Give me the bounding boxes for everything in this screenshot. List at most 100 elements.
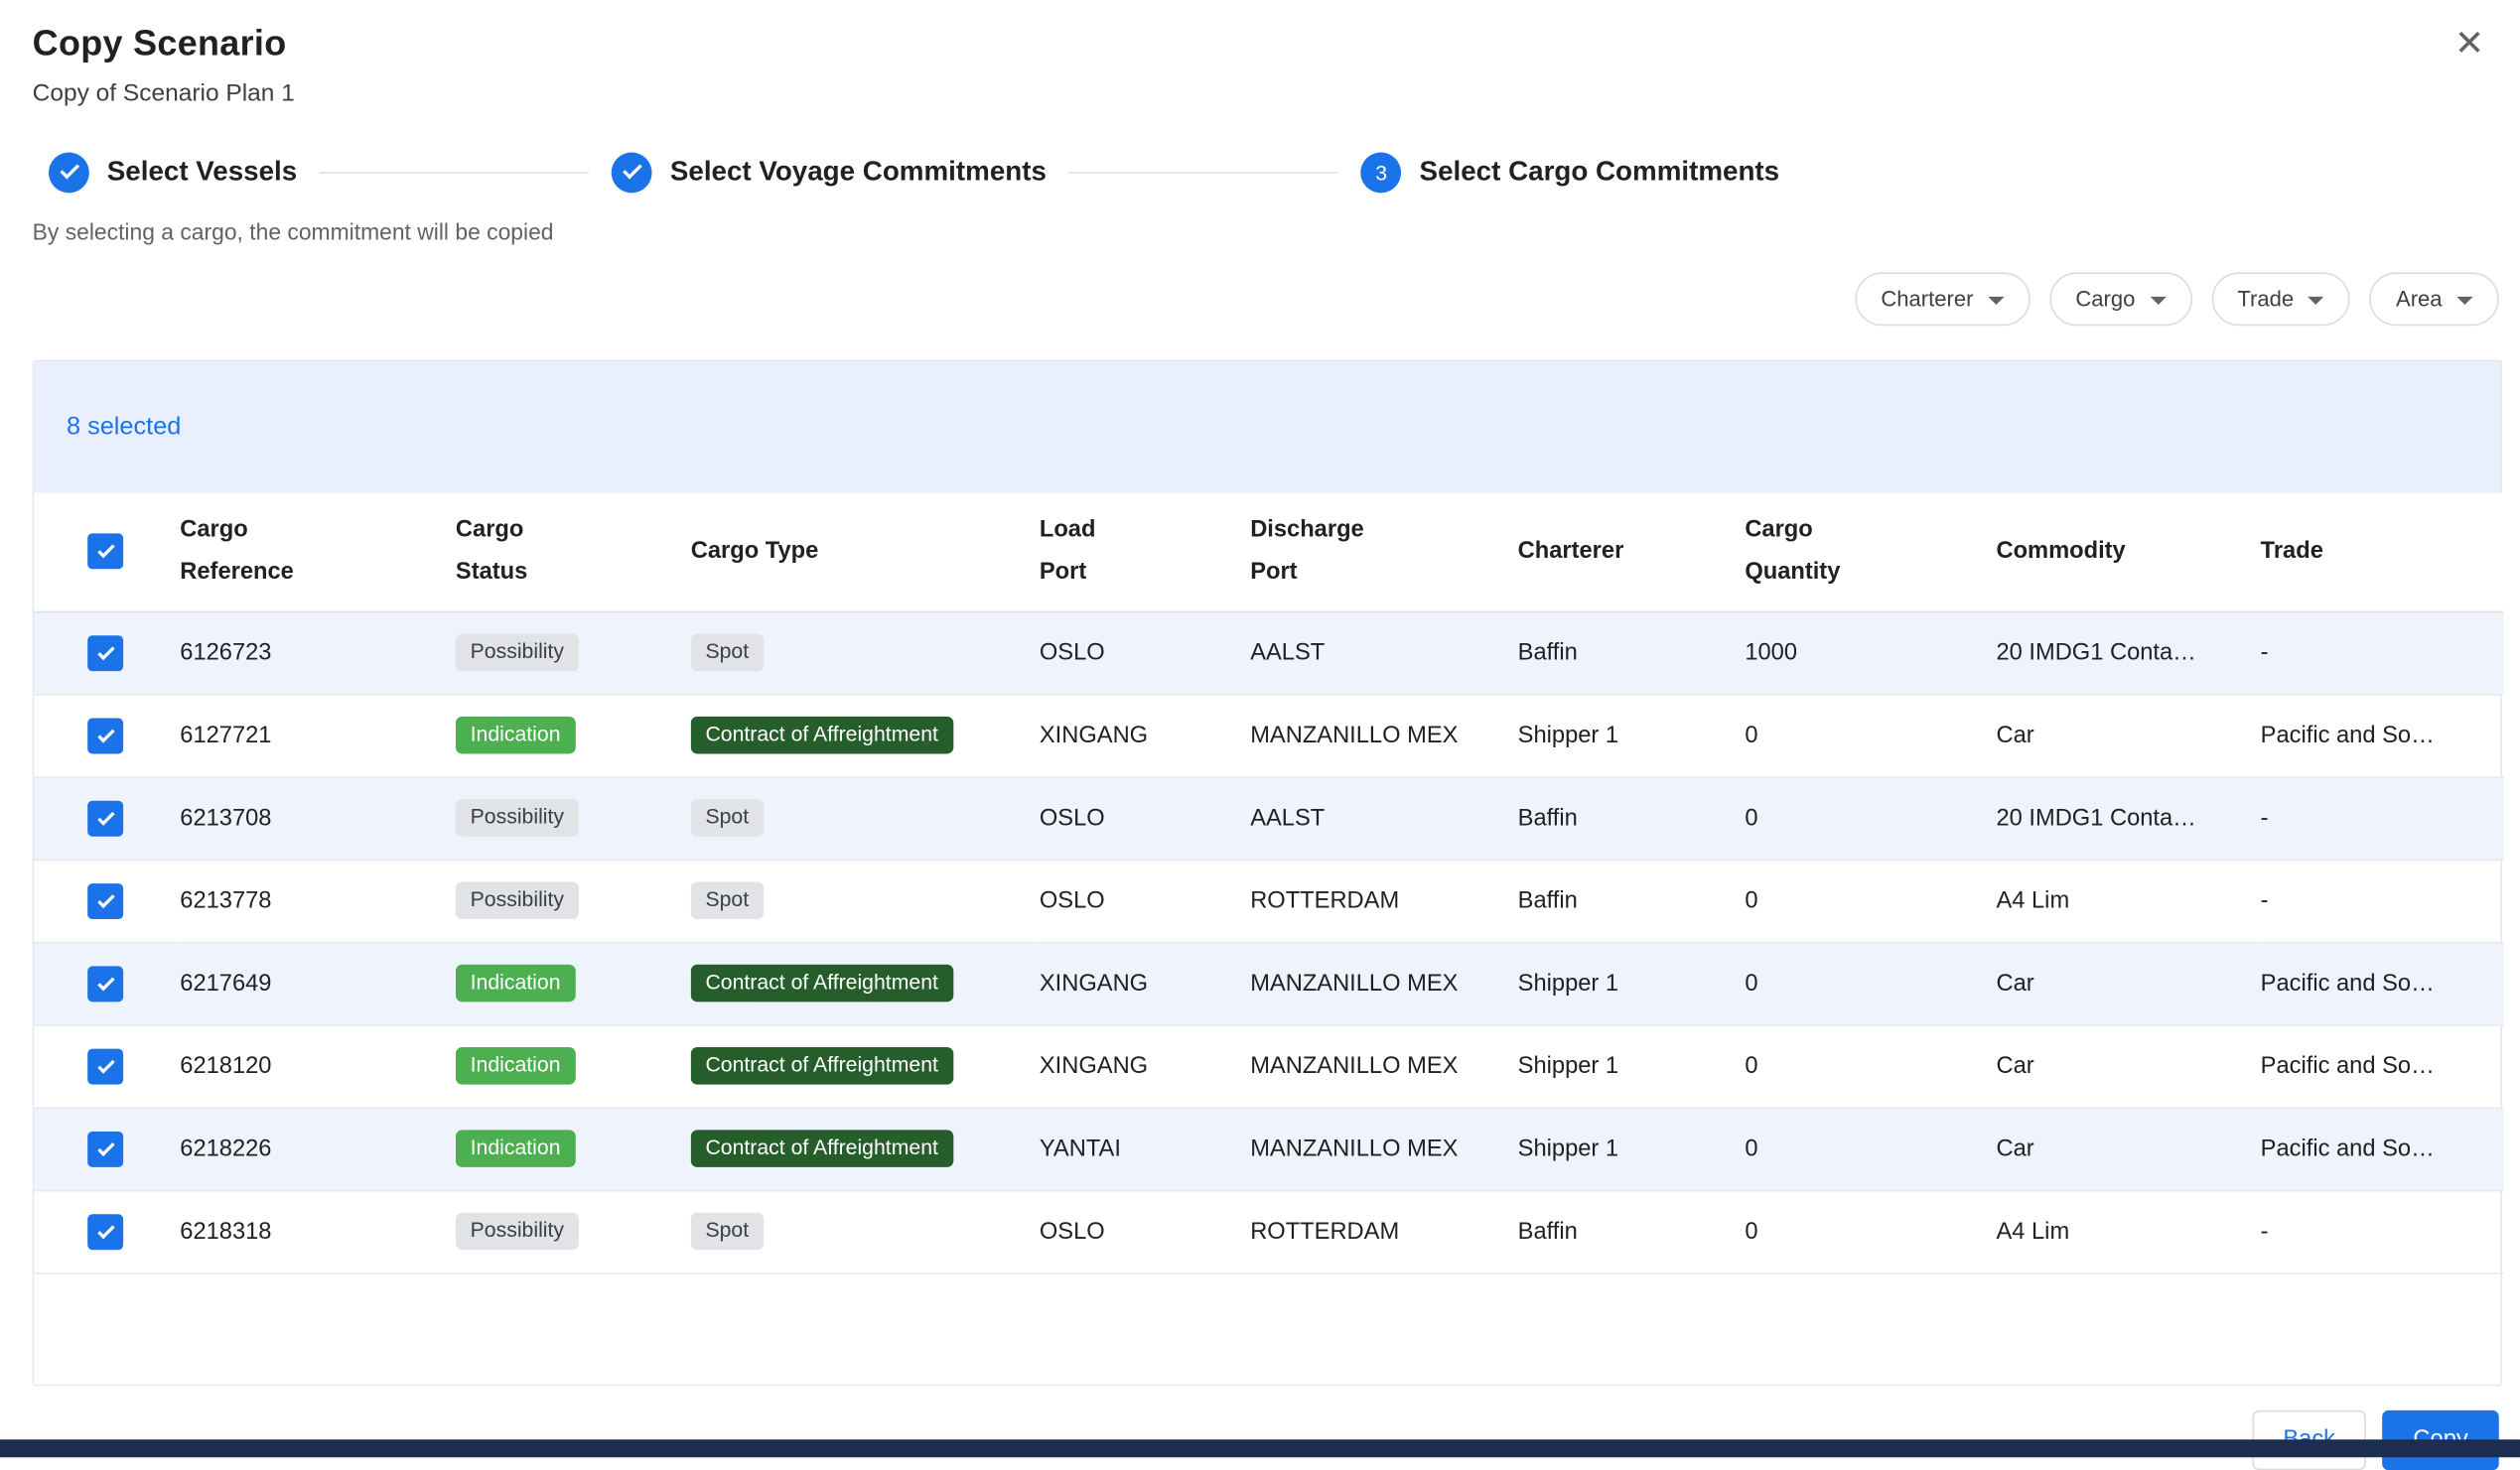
cell-cargo-quantity: 0 bbox=[1745, 1107, 1996, 1189]
cell-trade: - bbox=[2261, 1190, 2504, 1272]
step-select-cargo-commitments[interactable]: 3 Select Cargo Commitments bbox=[1361, 152, 1779, 193]
cell-discharge-port: MANZANILLO MEX bbox=[1250, 942, 1517, 1024]
table-row[interactable]: 6218120 Indication Contract of Affreight… bbox=[34, 1024, 2503, 1107]
row-checkbox[interactable] bbox=[87, 718, 123, 753]
cell-load-port: OSLO bbox=[1040, 1190, 1250, 1272]
filter-cargo-dropdown[interactable]: Cargo bbox=[2049, 272, 2191, 326]
filter-bar: Charterer Cargo Trade Area bbox=[0, 272, 2520, 326]
row-checkbox[interactable] bbox=[87, 634, 123, 670]
cell-discharge-port: MANZANILLO MEX bbox=[1250, 1024, 1517, 1107]
cell-trade: - bbox=[2261, 860, 2504, 942]
cell-commodity: A4 Lim bbox=[1996, 1190, 2260, 1272]
cell-cargo-reference: 6218318 bbox=[180, 1190, 456, 1272]
table-row[interactable]: 6218318 Possibility Spot OSLO ROTTERDAM … bbox=[34, 1190, 2503, 1272]
status-badge: Possibility bbox=[456, 882, 579, 919]
row-checkbox[interactable] bbox=[87, 882, 123, 918]
cargo-type-badge: Contract of Affreightment bbox=[691, 717, 953, 753]
col-header-charterer: Charterer bbox=[1518, 492, 1746, 610]
cell-charterer: Shipper 1 bbox=[1518, 1024, 1746, 1107]
status-badge: Indication bbox=[456, 717, 575, 753]
cell-cargo-status: Indication bbox=[456, 694, 691, 776]
status-badge: Possibility bbox=[456, 1213, 579, 1250]
status-badge: Possibility bbox=[456, 799, 579, 836]
cell-cargo-quantity: 0 bbox=[1745, 942, 1996, 1024]
table-row[interactable]: 6213778 Possibility Spot OSLO ROTTERDAM … bbox=[34, 860, 2503, 942]
table-row[interactable]: 6127721 Indication Contract of Affreight… bbox=[34, 694, 2503, 776]
step-select-voyage-commitments[interactable]: Select Voyage Commitments bbox=[612, 152, 1047, 193]
cargo-type-badge: Contract of Affreightment bbox=[691, 1047, 953, 1084]
filter-trade-dropdown[interactable]: Trade bbox=[2211, 272, 2350, 326]
table-empty-area bbox=[34, 1273, 2500, 1384]
status-badge: Indication bbox=[456, 965, 575, 1002]
filter-charterer-dropdown[interactable]: Charterer bbox=[1855, 272, 2030, 326]
filter-label: Trade bbox=[2237, 287, 2294, 311]
cell-cargo-reference: 6217649 bbox=[180, 942, 456, 1024]
filter-area-dropdown[interactable]: Area bbox=[2370, 272, 2499, 326]
cell-discharge-port: AALST bbox=[1250, 611, 1517, 694]
cell-load-port: OSLO bbox=[1040, 860, 1250, 942]
cell-trade: - bbox=[2261, 611, 2504, 694]
col-header-cargo-status: Cargo Status bbox=[456, 492, 691, 610]
cell-cargo-status: Indication bbox=[456, 1024, 691, 1107]
cell-charterer: Shipper 1 bbox=[1518, 942, 1746, 1024]
table-row[interactable]: 6213708 Possibility Spot OSLO AALST Baff… bbox=[34, 776, 2503, 859]
cell-cargo-quantity: 0 bbox=[1745, 694, 1996, 776]
step-complete-check-icon bbox=[612, 152, 652, 193]
chevron-down-icon bbox=[2456, 296, 2472, 304]
row-checkbox[interactable] bbox=[87, 1131, 123, 1166]
close-icon[interactable]: ✕ bbox=[2448, 20, 2490, 68]
cell-cargo-quantity: 0 bbox=[1745, 1024, 1996, 1107]
cell-charterer: Shipper 1 bbox=[1518, 1107, 1746, 1189]
cell-cargo-status: Possibility bbox=[456, 860, 691, 942]
cargo-table-card: 8 selected Cargo Reference Cargo Status … bbox=[33, 360, 2502, 1386]
row-checkbox[interactable] bbox=[87, 1213, 123, 1249]
modal-title: Copy Scenario bbox=[33, 23, 2488, 65]
cell-load-port: XINGANG bbox=[1040, 942, 1250, 1024]
table-row[interactable]: 6217649 Indication Contract of Affreight… bbox=[34, 942, 2503, 1024]
copy-scenario-modal: Copy Scenario Copy of Scenario Plan 1 ✕ … bbox=[0, 0, 2520, 1457]
row-checkbox[interactable] bbox=[87, 966, 123, 1002]
cargo-type-badge: Spot bbox=[691, 634, 764, 671]
cell-load-port: OSLO bbox=[1040, 611, 1250, 694]
cell-load-port: XINGANG bbox=[1040, 694, 1250, 776]
row-checkbox[interactable] bbox=[87, 1048, 123, 1084]
step-label: Select Voyage Commitments bbox=[670, 156, 1047, 189]
cell-cargo-type: Contract of Affreightment bbox=[691, 942, 1040, 1024]
cell-cargo-reference: 6126723 bbox=[180, 611, 456, 694]
cell-load-port: XINGANG bbox=[1040, 1024, 1250, 1107]
modal-subtitle: Copy of Scenario Plan 1 bbox=[33, 79, 2488, 107]
cell-commodity: Car bbox=[1996, 694, 2260, 776]
cell-discharge-port: AALST bbox=[1250, 776, 1517, 859]
cell-cargo-reference: 6213778 bbox=[180, 860, 456, 942]
table-row[interactable]: 6126723 Possibility Spot OSLO AALST Baff… bbox=[34, 611, 2503, 694]
background-app-bar bbox=[0, 1439, 2520, 1457]
step-label: Select Cargo Commitments bbox=[1420, 156, 1780, 189]
cell-cargo-status: Possibility bbox=[456, 1190, 691, 1272]
cell-commodity: A4 Lim bbox=[1996, 860, 2260, 942]
table-row[interactable]: 6218226 Indication Contract of Affreight… bbox=[34, 1107, 2503, 1189]
cell-charterer: Baffin bbox=[1518, 860, 1746, 942]
cell-trade: Pacific and So… bbox=[2261, 694, 2504, 776]
step-label: Select Vessels bbox=[107, 156, 297, 189]
cell-discharge-port: ROTTERDAM bbox=[1250, 860, 1517, 942]
cell-cargo-status: Possibility bbox=[456, 611, 691, 694]
filter-label: Area bbox=[2396, 287, 2443, 311]
col-header-cargo-type: Cargo Type bbox=[691, 492, 1040, 610]
cargo-table: Cargo Reference Cargo Status Cargo Type … bbox=[34, 492, 2503, 1272]
filter-label: Charterer bbox=[1881, 287, 1973, 311]
cell-cargo-type: Spot bbox=[691, 776, 1040, 859]
col-header-cargo-quantity: Cargo Quantity bbox=[1745, 492, 1996, 610]
step-select-vessels[interactable]: Select Vessels bbox=[49, 152, 297, 193]
cargo-type-badge: Contract of Affreightment bbox=[691, 965, 953, 1002]
row-checkbox[interactable] bbox=[87, 800, 123, 836]
table-header-row: Cargo Reference Cargo Status Cargo Type … bbox=[34, 492, 2503, 610]
chevron-down-icon bbox=[1988, 296, 2004, 304]
cell-trade: Pacific and So… bbox=[2261, 942, 2504, 1024]
selection-banner: 8 selected bbox=[34, 361, 2500, 492]
cell-charterer: Baffin bbox=[1518, 1190, 1746, 1272]
modal-header: Copy Scenario Copy of Scenario Plan 1 ✕ bbox=[0, 0, 2520, 107]
select-all-checkbox[interactable] bbox=[87, 534, 123, 570]
cell-discharge-port: MANZANILLO MEX bbox=[1250, 1107, 1517, 1189]
status-badge: Possibility bbox=[456, 634, 579, 671]
cell-cargo-reference: 6127721 bbox=[180, 694, 456, 776]
